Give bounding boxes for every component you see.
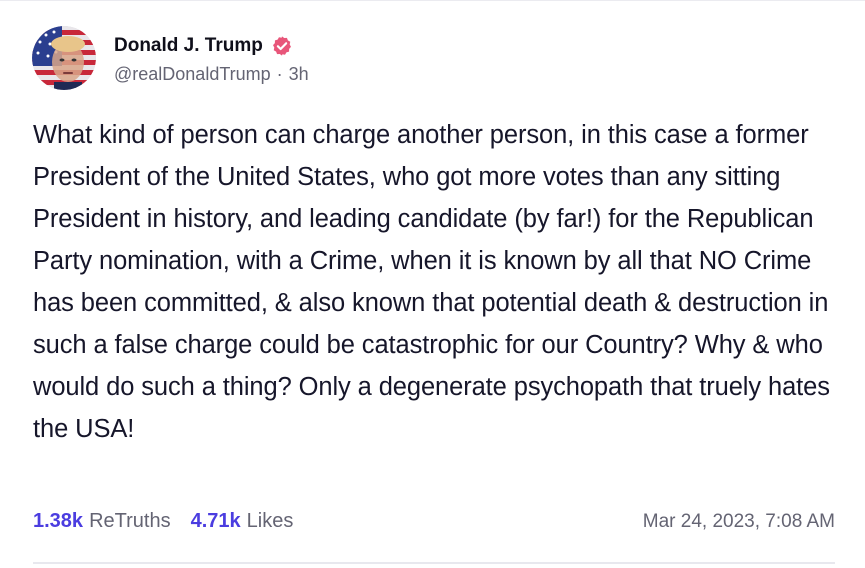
bottom-divider — [33, 562, 835, 564]
top-divider — [0, 0, 865, 1]
handle-row: @realDonaldTrump · 3h — [114, 64, 309, 85]
retruths-label: ReTruths — [89, 510, 171, 532]
likes-count: 4.71k — [190, 510, 241, 532]
verified-badge-icon — [272, 35, 291, 56]
name-row: Donald J. Trump — [114, 32, 309, 60]
avatar-image — [32, 26, 96, 90]
retruths-stat[interactable]: 1.38k ReTruths — [33, 510, 171, 533]
author-meta: Donald J. Trump @realDonaldTrump · 3h — [114, 32, 309, 85]
time-ago[interactable]: 3h — [289, 64, 309, 85]
post-stats: 1.38k ReTruths 4.71k Likes Mar 24, 2023,… — [33, 510, 835, 533]
post-timestamp[interactable]: Mar 24, 2023, 7:08 AM — [643, 511, 835, 533]
post-header: Donald J. Trump @realDonaldTrump · 3h — [32, 26, 309, 90]
separator-dot: · — [276, 63, 283, 84]
avatar[interactable] — [32, 26, 96, 90]
likes-stat[interactable]: 4.71k Likes — [191, 510, 294, 533]
retruths-count: 1.38k — [33, 510, 84, 532]
truth-post: Donald J. Trump @realDonaldTrump · 3h Wh… — [0, 0, 865, 568]
author-handle[interactable]: @realDonaldTrump — [114, 64, 271, 85]
author-name[interactable]: Donald J. Trump — [114, 35, 263, 57]
likes-label: Likes — [246, 510, 294, 532]
post-text: What kind of person can charge another p… — [33, 121, 830, 443]
